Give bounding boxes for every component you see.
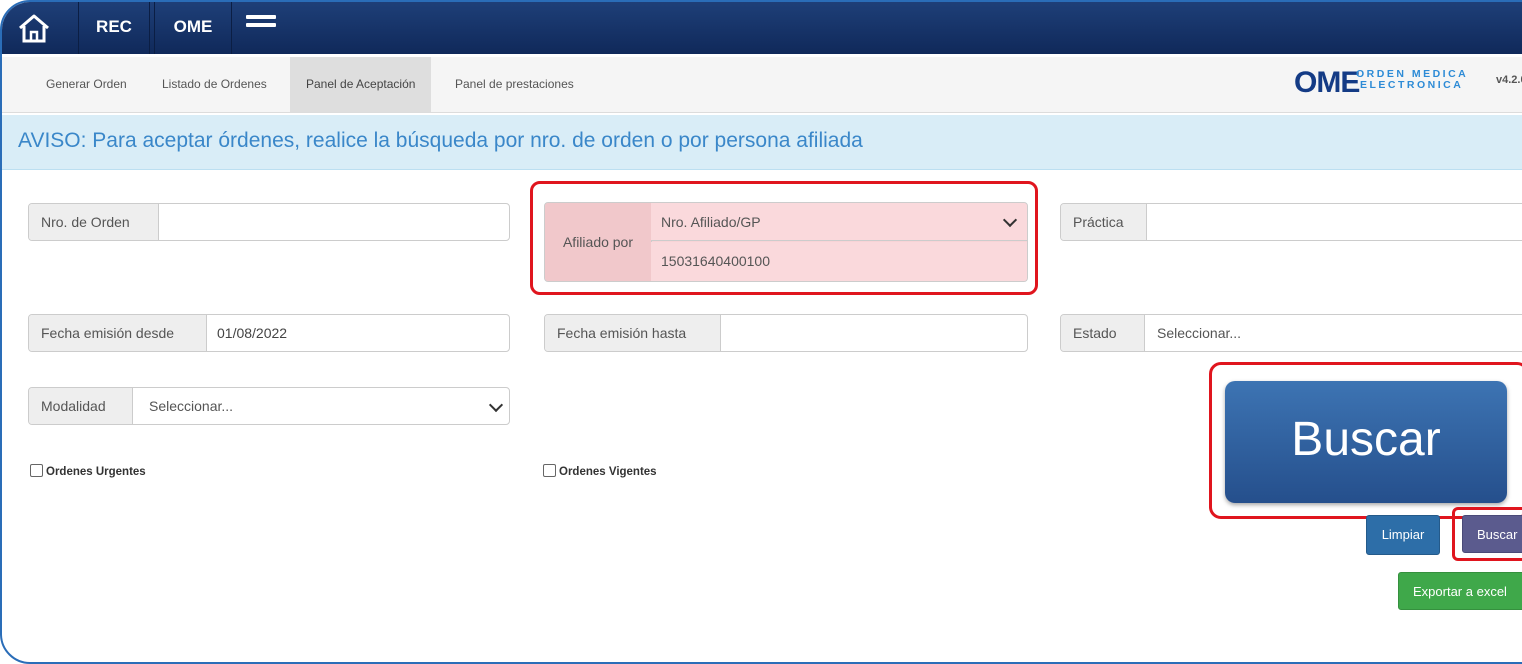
exportar-excel-button[interactable]: Exportar a excel: [1398, 572, 1522, 610]
buscar-callout-button[interactable]: Buscar: [1225, 381, 1507, 503]
tab-listado-ordenes[interactable]: Listado de Ordenes: [146, 57, 283, 112]
nav-tab-ome[interactable]: OME: [154, 2, 232, 54]
app-window: REC OME Generar Orden Listado de Ordenes…: [0, 0, 1522, 664]
home-icon[interactable]: [14, 12, 54, 44]
vigentes-checkbox[interactable]: Ordenes Vigentes: [543, 464, 657, 478]
modalidad-label: Modalidad: [29, 388, 133, 424]
limpiar-button[interactable]: Limpiar: [1366, 515, 1440, 555]
nro-orden-label: Nro. de Orden: [29, 204, 159, 240]
urgentes-checkbox[interactable]: Ordenes Urgentes: [30, 464, 146, 478]
nav-tab-rec[interactable]: REC: [78, 2, 150, 54]
practica-group: Práctica: [1060, 203, 1522, 241]
vigentes-label: Ordenes Vigentes: [559, 466, 657, 478]
urgentes-label: Ordenes Urgentes: [46, 466, 146, 478]
top-navbar: REC OME: [2, 2, 1522, 54]
fecha-hasta-label: Fecha emisión hasta: [545, 315, 721, 351]
practica-input[interactable]: [1147, 204, 1522, 240]
fecha-hasta-input[interactable]: [721, 315, 1021, 351]
afiliado-type-select[interactable]: Nro. Afiliado/GP: [651, 203, 1027, 241]
afiliado-number-input[interactable]: 15031640400100: [651, 242, 1027, 281]
checkbox-box: [30, 464, 43, 477]
tab-panel-prestaciones[interactable]: Panel de prestaciones: [439, 57, 590, 112]
version-label: v4.2.0: [1496, 74, 1522, 86]
fecha-hasta-group: Fecha emisión hasta: [544, 314, 1028, 352]
hamburger-menu-icon[interactable]: [246, 15, 276, 35]
logo-line-2: ELECTRONICA: [1360, 79, 1464, 91]
nro-orden-input[interactable]: [159, 204, 509, 240]
fecha-desde-group: Fecha emisión desde 01/08/2022: [28, 314, 510, 352]
afiliado-group: Afiliado por Nro. Afiliado/GP 1503164040…: [544, 202, 1028, 282]
afiliado-label: Afiliado por: [545, 203, 652, 281]
modalidad-group: Modalidad Seleccionar...: [28, 387, 510, 425]
estado-select[interactable]: Seleccionar...: [1145, 315, 1522, 351]
logo-ome-text: OME: [1294, 66, 1360, 99]
practica-label: Práctica: [1061, 204, 1147, 240]
nro-orden-group: Nro. de Orden: [28, 203, 510, 241]
notice-text: AVISO: Para aceptar órdenes, realice la …: [18, 129, 863, 152]
tab-generar-orden[interactable]: Generar Orden: [30, 57, 143, 112]
modalidad-select[interactable]: Seleccionar...: [133, 388, 509, 424]
modalidad-value: Seleccionar...: [149, 398, 234, 414]
afiliado-type-value: Nro. Afiliado/GP: [661, 214, 761, 230]
notice-banner: AVISO: Para aceptar órdenes, realice la …: [2, 115, 1522, 170]
tab-panel-aceptacion[interactable]: Panel de Aceptación: [290, 57, 432, 112]
estado-group: Estado Seleccionar...: [1060, 314, 1522, 352]
fecha-desde-label: Fecha emisión desde: [29, 315, 207, 351]
buscar-button[interactable]: Buscar: [1462, 515, 1522, 553]
estado-label: Estado: [1061, 315, 1145, 351]
checkbox-box: [543, 464, 556, 477]
chevron-down-icon: [1002, 212, 1018, 228]
fecha-desde-input[interactable]: 01/08/2022: [207, 315, 507, 351]
